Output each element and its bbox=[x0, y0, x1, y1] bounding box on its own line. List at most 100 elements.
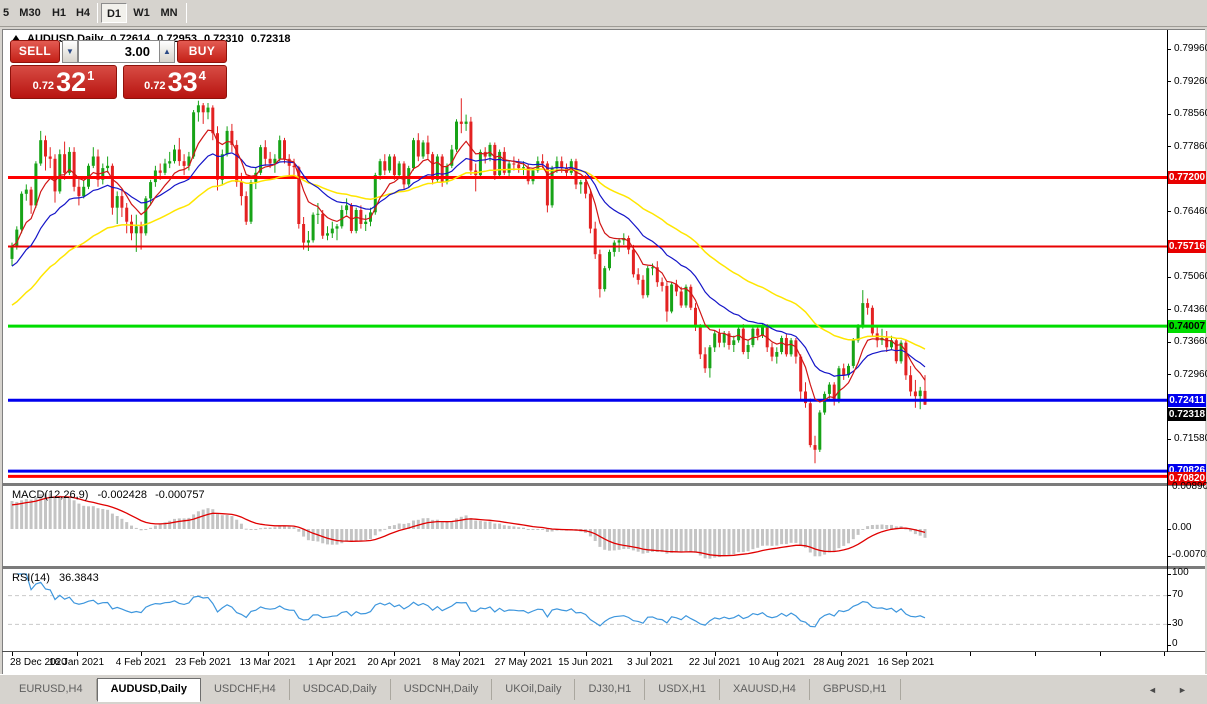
rsi-axis-100: 100 bbox=[1172, 567, 1189, 578]
level-price-box: 0.74007 bbox=[1168, 319, 1206, 333]
timeframe-d1-button[interactable]: D1 bbox=[101, 3, 127, 23]
macd-histogram bbox=[10, 493, 927, 559]
timeframe-toolbar: 5 M30 H1 H4 D1 W1 MN bbox=[0, 0, 1207, 27]
tab-gbpusd-h1[interactable]: GBPUSD,H1 bbox=[810, 679, 901, 700]
rsi-axis-0: 0 bbox=[1172, 638, 1178, 649]
rsi-value: 36.3843 bbox=[58, 572, 99, 584]
date-tick bbox=[203, 652, 205, 656]
macd-main-value: -0.002428 bbox=[97, 489, 148, 501]
date-tick-label: 3 Jul 2021 bbox=[627, 657, 674, 668]
horizontal-levels bbox=[8, 176, 1167, 478]
toolbar-separator bbox=[186, 3, 187, 23]
date-tick bbox=[776, 652, 778, 656]
tab-scroll-left-icon[interactable]: ◄ bbox=[1148, 685, 1157, 695]
macd-axis-min: -0.00701 bbox=[1172, 549, 1207, 560]
level-price-box: 0.72411 bbox=[1168, 393, 1206, 407]
macd-axis-zero: 0.00 bbox=[1172, 522, 1192, 533]
chart-tab-bar: EURUSD,H4 AUDUSD,Daily USDCHF,H4 USDCAD,Dai… bbox=[0, 674, 1207, 704]
price-tick bbox=[1167, 276, 1171, 278]
date-tick bbox=[1164, 652, 1165, 656]
date-tick bbox=[970, 652, 972, 656]
pane-splitter[interactable] bbox=[2, 566, 1205, 569]
date-tick bbox=[332, 652, 334, 656]
tab-ukoil-daily[interactable]: UKOil,Daily bbox=[492, 679, 576, 700]
candlestick-canvas[interactable] bbox=[8, 30, 1167, 483]
price-tick bbox=[1167, 48, 1171, 50]
level-price-box: 0.75716 bbox=[1168, 240, 1206, 253]
date-tick bbox=[76, 652, 78, 656]
axis-tick bbox=[1167, 574, 1171, 575]
axis-tick bbox=[1167, 556, 1171, 557]
candles bbox=[10, 98, 927, 464]
tab-dj30-h1[interactable]: DJ30,H1 bbox=[575, 679, 646, 700]
price-tick-label: 0.74360 bbox=[1174, 303, 1207, 315]
date-tick bbox=[650, 652, 652, 656]
level-price-box: 0.77200 bbox=[1168, 171, 1206, 184]
date-tick-label: 1 Apr 2021 bbox=[308, 657, 357, 668]
rsi-axis-30: 30 bbox=[1172, 618, 1184, 629]
pane-splitter[interactable] bbox=[2, 483, 1205, 486]
date-tick bbox=[523, 652, 525, 656]
rsi-header: RSI(14) 36.3843 bbox=[12, 572, 99, 584]
date-tick-label: 16 Sep 2021 bbox=[877, 657, 935, 668]
date-tick-label: 10 Aug 2021 bbox=[748, 657, 805, 668]
date-tick bbox=[394, 652, 396, 656]
price-tick-label: 0.79960 bbox=[1174, 43, 1207, 54]
price-tick bbox=[1167, 341, 1171, 343]
macd-title: MACD(12,26,9) bbox=[12, 489, 89, 501]
timeframe-m5-button[interactable]: 5 bbox=[0, 3, 12, 23]
date-tick bbox=[585, 652, 587, 656]
date-tick bbox=[12, 652, 13, 656]
rsi-axis-70: 70 bbox=[1172, 589, 1184, 600]
timeframe-w1-button[interactable]: W1 bbox=[129, 3, 154, 23]
price-tick-label: 0.78560 bbox=[1174, 108, 1207, 120]
rsi-canvas[interactable] bbox=[8, 570, 1167, 651]
date-tick bbox=[1034, 652, 1036, 656]
price-tick bbox=[1167, 211, 1171, 213]
date-tick-label: 22 Jul 2021 bbox=[688, 657, 741, 668]
moving-averages bbox=[11, 129, 926, 403]
price-tick-label: 0.75060 bbox=[1174, 271, 1207, 282]
tab-eurusd-h4[interactable]: EURUSD,H4 bbox=[6, 679, 97, 700]
date-tick-label: 8 May 2021 bbox=[432, 657, 486, 668]
date-tick bbox=[1099, 652, 1101, 656]
tab-usdcnh-daily[interactable]: USDCNH,Daily bbox=[391, 679, 493, 700]
date-tick-label: 16 Jan 2021 bbox=[48, 657, 105, 668]
axis-tick bbox=[1167, 595, 1171, 596]
price-tick bbox=[1167, 309, 1171, 311]
date-tick-label: 20 Apr 2021 bbox=[367, 657, 422, 668]
price-tick-label: 0.76460 bbox=[1174, 205, 1207, 217]
macd-signal-line bbox=[11, 496, 926, 557]
date-tick-label: 23 Feb 2021 bbox=[175, 657, 232, 668]
timeframe-h1-button[interactable]: H1 bbox=[47, 3, 71, 23]
tab-usdcad-daily[interactable]: USDCAD,Daily bbox=[290, 679, 391, 700]
date-tick-label: 28 Aug 2021 bbox=[813, 657, 870, 668]
rsi-line bbox=[16, 573, 926, 628]
timeframe-m30-button[interactable]: M30 bbox=[15, 3, 45, 23]
date-tick bbox=[458, 652, 460, 656]
price-tick bbox=[1167, 146, 1171, 148]
date-tick bbox=[905, 652, 907, 656]
tab-audusd-daily[interactable]: AUDUSD,Daily bbox=[96, 678, 201, 702]
date-tick-label: 15 Jun 2021 bbox=[558, 657, 614, 668]
current-price-box: 0.72318 bbox=[1168, 408, 1206, 422]
date-tick-label: 4 Feb 2021 bbox=[115, 657, 167, 668]
timeframe-mn-button[interactable]: MN bbox=[155, 3, 183, 23]
tab-usdx-h1[interactable]: USDX,H1 bbox=[645, 679, 720, 700]
price-tick-label: 0.79260 bbox=[1174, 75, 1207, 87]
macd-axis-max: 0.008904 bbox=[1172, 481, 1207, 492]
macd-header: MACD(12,26,9) -0.002428 -0.000757 bbox=[12, 489, 205, 501]
price-tick-label: 0.71580 bbox=[1174, 433, 1207, 444]
tab-scroll-right-icon[interactable]: ► bbox=[1178, 685, 1187, 695]
date-tick-label: 27 May 2021 bbox=[494, 657, 553, 668]
date-axis[interactable]: 28 Dec 2020 16 Jan 2021 4 Feb 2021 23 Feb 2… bbox=[8, 652, 1167, 672]
price-tick bbox=[1167, 81, 1171, 83]
price-tick bbox=[1167, 374, 1171, 376]
date-tick bbox=[841, 652, 843, 656]
tab-usdchf-h4[interactable]: USDCHF,H4 bbox=[201, 679, 290, 700]
timeframe-h4-button[interactable]: H4 bbox=[71, 3, 95, 23]
tab-xauusd-h4[interactable]: XAUUSD,H4 bbox=[720, 679, 810, 700]
price-tick bbox=[1167, 438, 1171, 440]
axis-tick bbox=[1167, 529, 1171, 530]
date-tick bbox=[714, 652, 716, 656]
